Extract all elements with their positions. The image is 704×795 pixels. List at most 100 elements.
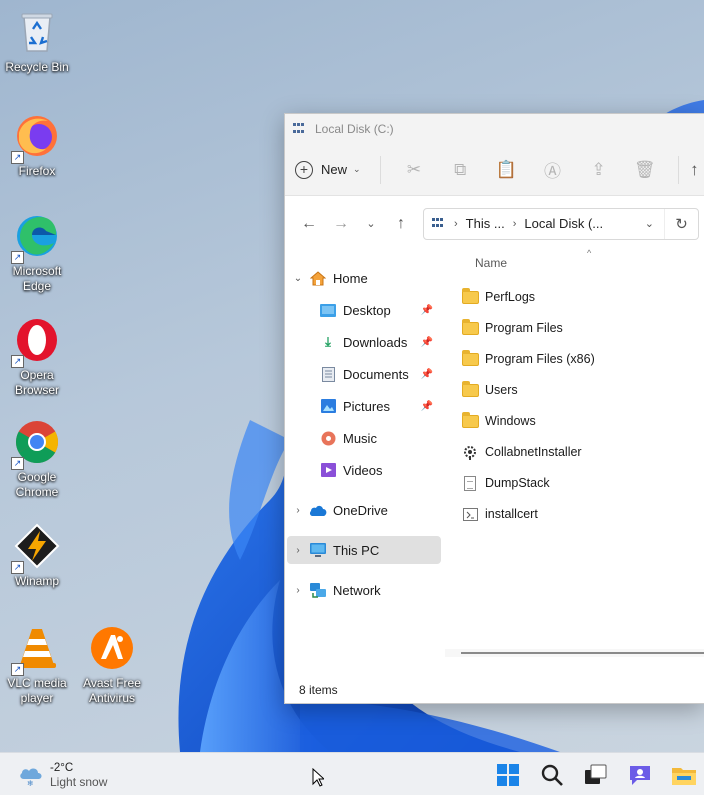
delete-icon[interactable]: 🗑	[622, 153, 668, 187]
documents-icon	[319, 366, 337, 382]
cut-icon[interactable]: ✂	[391, 153, 437, 187]
rename-icon[interactable]: Ⓐ	[529, 153, 575, 187]
drive-icon	[293, 123, 307, 135]
nav-item-home[interactable]: ⌄ Home	[287, 264, 441, 292]
paste-icon[interactable]: 📋	[483, 153, 529, 187]
winamp-icon: ↗	[11, 522, 61, 574]
nav-item-downloads[interactable]: ⤓ Downloads 📌	[287, 328, 441, 356]
nav-item-network[interactable]: › Network	[287, 576, 441, 604]
pin-icon[interactable]: 📌	[421, 305, 433, 316]
task-view-icon[interactable]	[582, 761, 610, 789]
nav-label: Downloads	[343, 334, 408, 350]
file-row[interactable]: DumpStack	[461, 469, 550, 497]
file-explorer-window[interactable]: Local Disk (C:) + New ⌄ ✂ ⧉ 📋 Ⓐ ⇪ 🗑 ↑ ← …	[284, 113, 704, 704]
desktop-icon-winamp[interactable]: ↗ Winamp	[1, 522, 73, 589]
window-titlebar[interactable]: Local Disk (C:)	[285, 114, 704, 144]
folder-icon	[461, 287, 479, 304]
search-icon[interactable]	[538, 761, 566, 789]
file-name: Program Files (x86)	[485, 352, 595, 366]
chevron-down-icon[interactable]: ⌄	[287, 273, 309, 284]
breadcrumb-local-disk[interactable]: Local Disk (...	[524, 216, 603, 231]
chevron-right-icon[interactable]: ›	[287, 585, 309, 596]
download-icon: ⤓	[325, 334, 331, 349]
navigation-pane: ⌄ Home Desktop 📌 ⤓ Downloads 📌 Documents…	[285, 252, 443, 679]
file-row[interactable]: Program Files (x86)	[461, 345, 595, 373]
file-name: Program Files	[485, 321, 563, 335]
new-label: New	[321, 162, 348, 177]
command-bar: + New ⌄ ✂ ⧉ 📋 Ⓐ ⇪ 🗑 ↑	[285, 144, 704, 196]
desktop-icon-label: Opera Browser	[14, 368, 59, 397]
horizontal-scrollbar[interactable]	[445, 649, 704, 657]
nav-label: Music	[343, 430, 377, 446]
column-header-name[interactable]: Name	[475, 256, 507, 270]
share-icon[interactable]: ⇪	[576, 153, 622, 187]
nav-item-documents[interactable]: Documents 📌	[287, 360, 441, 388]
chevron-right-icon[interactable]: ›	[287, 545, 309, 556]
home-icon	[309, 270, 327, 286]
chevron-right-icon[interactable]: ›	[287, 505, 309, 516]
sort-ascending-icon: ^	[587, 248, 592, 258]
weather-widget[interactable]: ❄ -2°C Light snow	[18, 762, 107, 790]
sort-icon[interactable]: ↑	[685, 153, 704, 187]
refresh-icon[interactable]: ↻	[664, 208, 698, 239]
desktop-icon-avast[interactable]: Avast Free Antivirus	[76, 624, 148, 706]
new-button[interactable]: + New ⌄	[295, 153, 370, 187]
start-icon[interactable]	[494, 761, 522, 789]
videos-icon	[319, 462, 337, 478]
desktop-icon-label: Microsoft Edge	[12, 264, 62, 293]
desktop-icon-firefox[interactable]: ↗ Firefox	[1, 112, 73, 179]
application-icon	[461, 445, 479, 460]
pictures-icon	[319, 398, 337, 414]
shortcut-arrow-icon: ↗	[11, 561, 24, 574]
desktop-icon-vlc[interactable]: ↗ VLC media player	[1, 624, 73, 706]
file-row[interactable]: installcert	[461, 500, 538, 528]
cloud-icon	[309, 502, 327, 518]
file-name: Windows	[485, 414, 536, 428]
desktop-icon-recycle-bin[interactable]: Recycle Bin	[1, 8, 73, 75]
nav-label: Desktop	[343, 302, 391, 318]
opera-icon: ↗	[11, 316, 61, 368]
file-name: PerfLogs	[485, 290, 536, 304]
address-dropdown-icon[interactable]: ⌄	[645, 217, 654, 230]
desktop-icon-opera[interactable]: ↗ Opera Browser	[1, 316, 73, 398]
pin-icon[interactable]: 📌	[421, 369, 433, 380]
file-row[interactable]: CollabnetInstaller	[461, 438, 582, 466]
forward-button[interactable]: →	[325, 208, 357, 240]
weather-temperature: -2°C	[50, 762, 74, 774]
scrollbar-thumb[interactable]	[461, 652, 704, 654]
file-explorer-icon[interactable]	[670, 761, 698, 789]
monitor-icon	[309, 542, 327, 558]
shortcut-arrow-icon: ↗	[11, 663, 24, 676]
nav-item-desktop[interactable]: Desktop 📌	[287, 296, 441, 324]
nav-label: Network	[333, 582, 381, 598]
up-button[interactable]: ↑	[385, 208, 417, 240]
nav-item-videos[interactable]: Videos	[287, 456, 441, 484]
file-name: installcert	[485, 507, 538, 521]
file-row[interactable]: Users	[461, 376, 518, 404]
nav-item-onedrive[interactable]: › OneDrive	[287, 496, 441, 524]
address-toolbar: ← → ⌄ ↑ › This ... › Local Disk (... ⌄ ↻	[285, 196, 704, 251]
desktop-icon-chrome[interactable]: ↗ Google Chrome	[1, 418, 73, 500]
breadcrumb-this-pc[interactable]: This ...	[466, 216, 505, 231]
file-row[interactable]: Program Files	[461, 314, 563, 342]
music-icon	[319, 430, 337, 446]
copy-icon[interactable]: ⧉	[437, 153, 483, 187]
nav-item-music[interactable]: Music	[287, 424, 441, 452]
desktop-icon-label: Recycle Bin	[5, 60, 69, 74]
file-row[interactable]: PerfLogs	[461, 283, 535, 311]
pin-icon[interactable]: 📌	[421, 337, 433, 348]
chat-icon[interactable]	[626, 761, 654, 789]
nav-label: Documents	[343, 366, 409, 382]
firefox-icon: ↗	[11, 112, 61, 164]
nav-label: This PC	[333, 542, 380, 558]
command-separator	[677, 155, 679, 184]
file-row[interactable]: Windows	[461, 407, 536, 435]
nav-item-this-pc[interactable]: › This PC	[287, 536, 441, 564]
address-bar[interactable]: › This ... › Local Disk (... ⌄ ↻	[423, 207, 699, 240]
network-icon	[309, 582, 327, 598]
desktop-icon-edge[interactable]: ↗ Microsoft Edge	[1, 212, 73, 294]
pin-icon[interactable]: 📌	[421, 401, 433, 412]
recent-locations-button[interactable]: ⌄	[357, 208, 385, 240]
back-button[interactable]: ←	[293, 208, 325, 240]
nav-item-pictures[interactable]: Pictures 📌	[287, 392, 441, 420]
